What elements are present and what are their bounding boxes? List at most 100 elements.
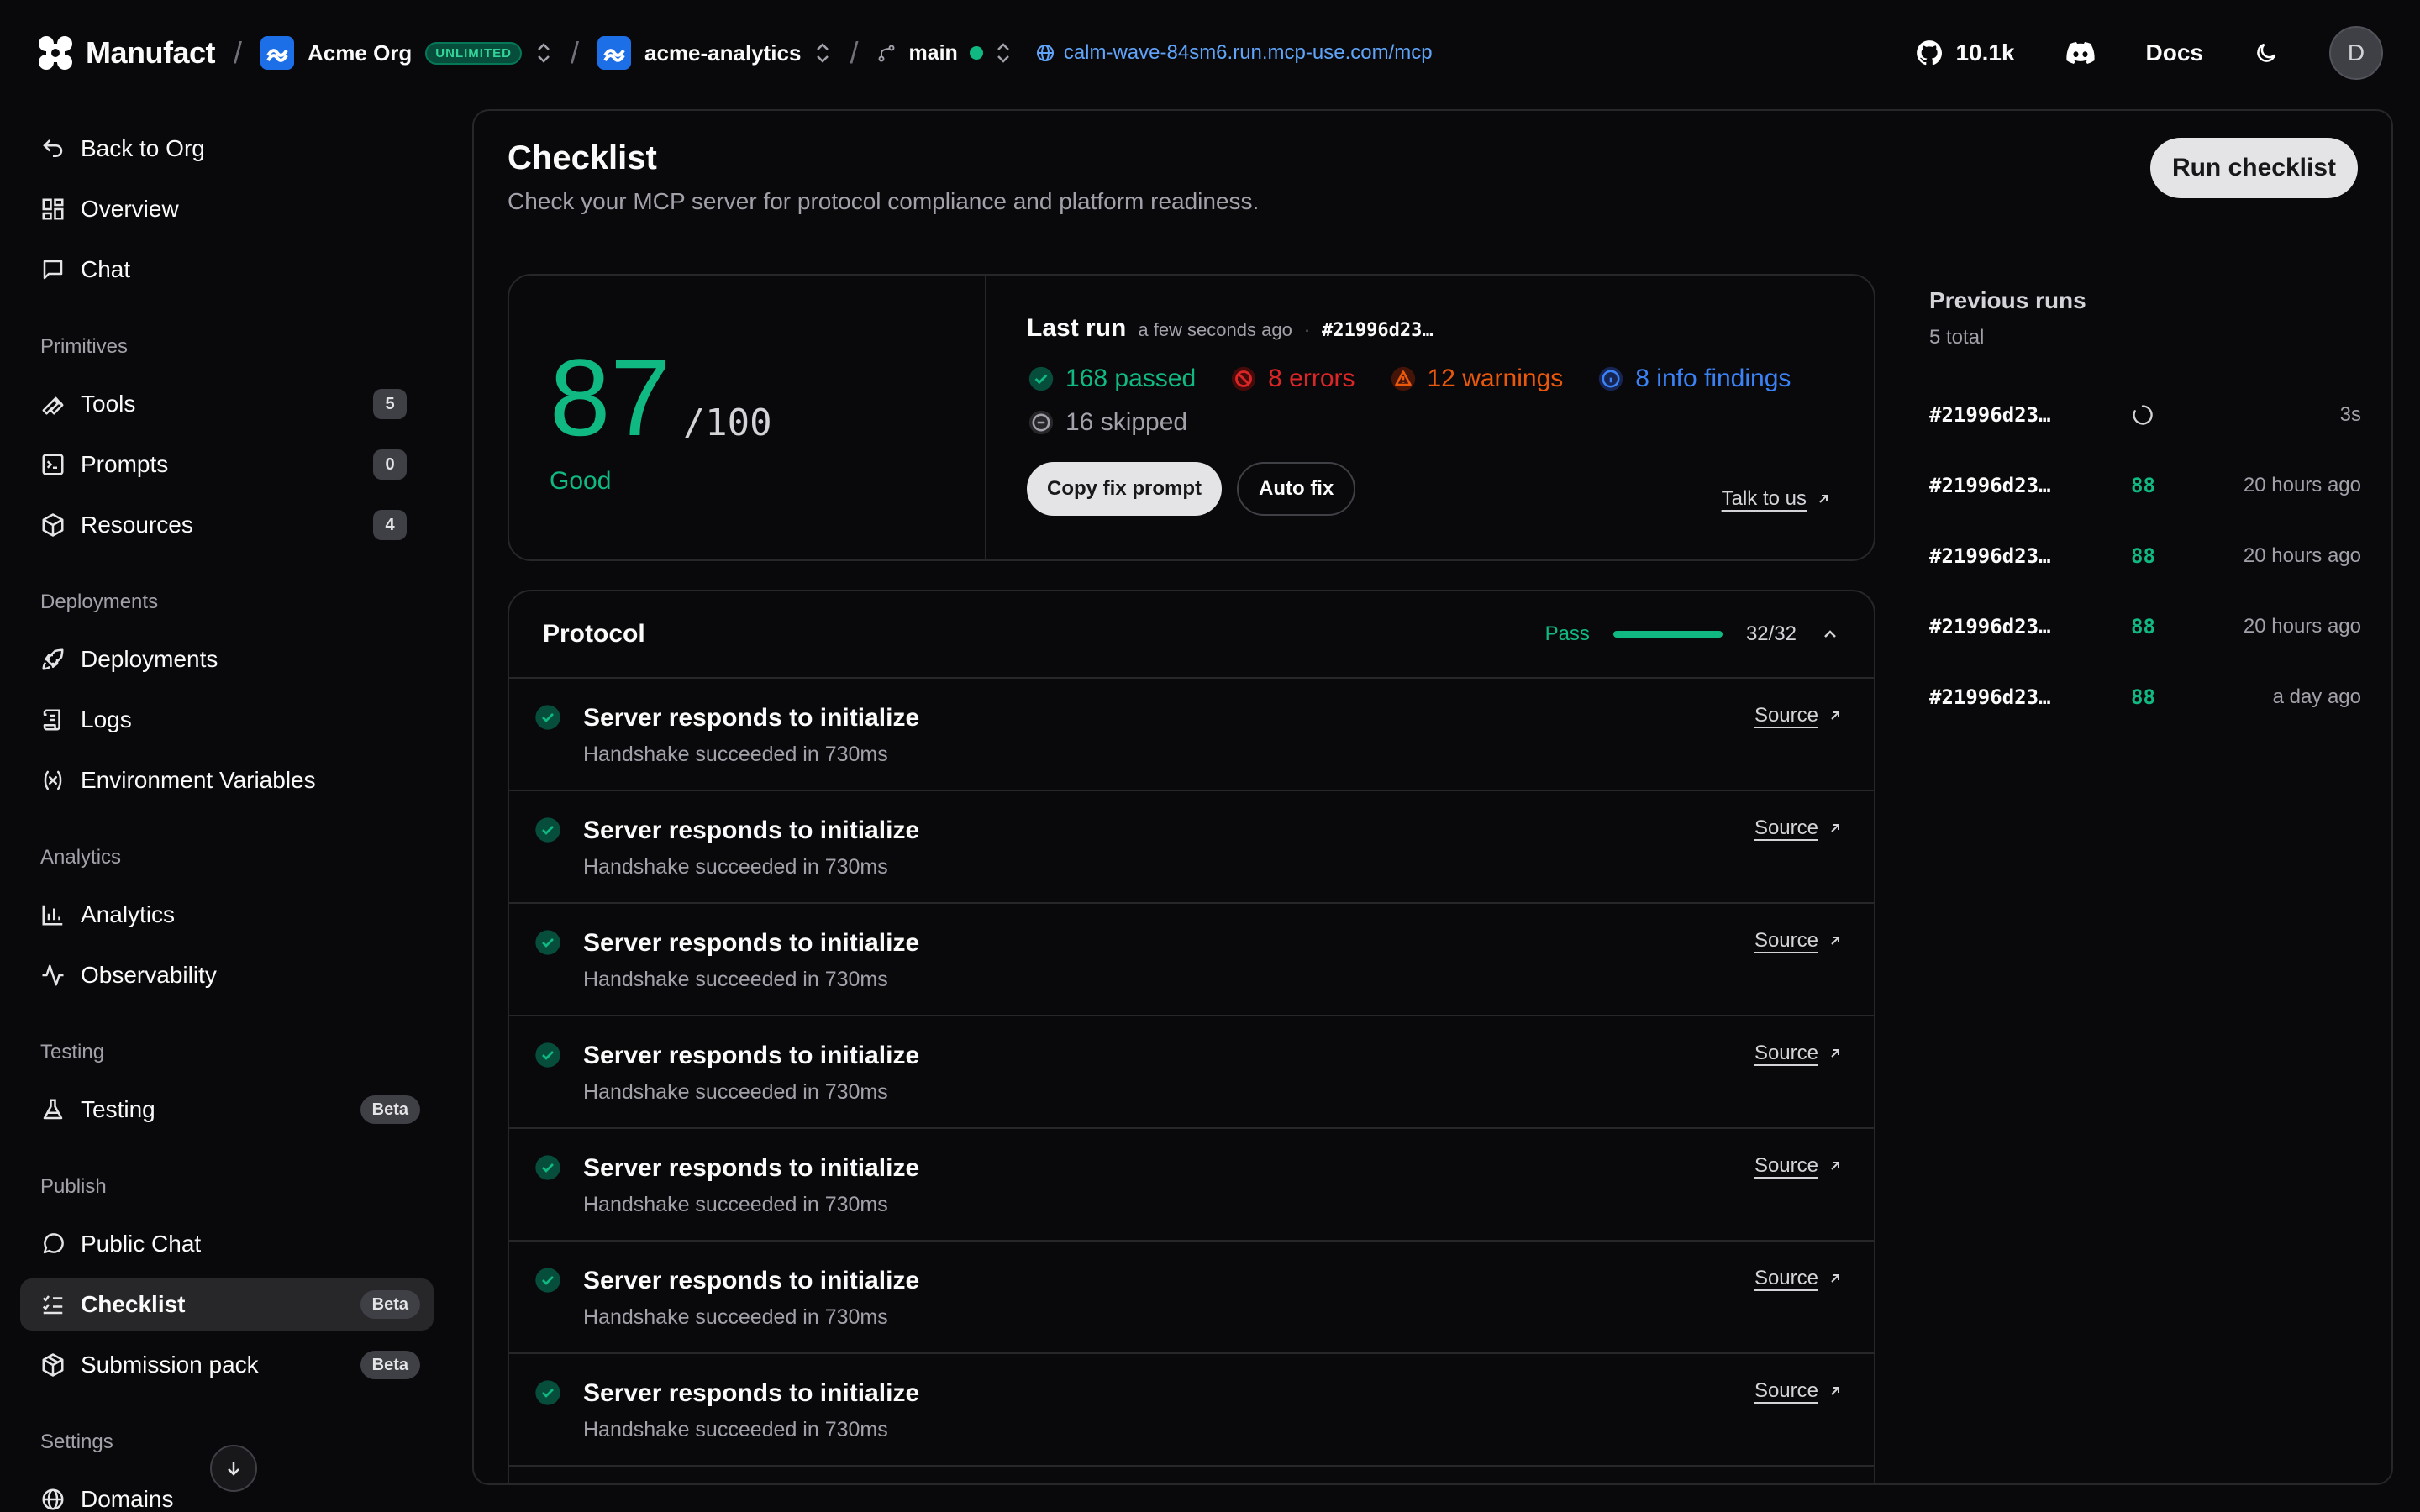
undo-arrow-icon [43,139,63,157]
table-row[interactable]: Server responds to initialize Handshake s… [509,1354,1874,1467]
sidebar-item-logs[interactable]: Logs [20,694,434,746]
brand[interactable]: Manufact [37,34,216,71]
source-link[interactable]: Source [1754,929,1844,953]
passed-stat[interactable]: 168 passed [1027,365,1196,393]
protocol-check-list: Server responds to initialize Handshake s… [509,679,1874,1467]
auto-fix-button[interactable]: Auto fix [1237,462,1356,516]
project-switcher[interactable]: acme-analytics [597,36,831,70]
plan-badge: UNLIMITED [425,41,522,65]
run-checklist-button[interactable]: Run checklist [2149,138,2358,198]
last-run-time: a few seconds ago [1138,319,1292,340]
warnings-stat[interactable]: 12 warnings [1389,365,1563,393]
table-row[interactable]: Server responds to initialize Handshake s… [509,1016,1874,1129]
page-title: Checklist [508,139,657,176]
table-row[interactable]: Server responds to initialize Handshake s… [509,679,1874,791]
talk-to-us-label: Talk to us [1721,487,1807,510]
source-link[interactable]: Source [1754,704,1844,727]
info-stat[interactable]: 8 info findings [1597,365,1791,393]
sidebar-item-back-to-org[interactable]: Back to Org [20,123,434,175]
protocol-title: Protocol [543,620,645,648]
previous-run-item[interactable]: #21996d23… 88 20 hours ago [1929,450,2361,521]
run-time: 20 hours ago [2243,474,2361,496]
docs-link[interactable]: Docs [2146,39,2203,66]
source-link[interactable]: Source [1754,1154,1844,1178]
run-hash: #21996d23… [1929,615,2051,638]
server-url: calm-wave-84sm6.run.mcp-use.com/mcp [1063,41,1433,64]
skipped-stat[interactable]: 16 skipped [1027,408,1187,437]
run-hash: #21996d23… [1929,474,2051,497]
globe-icon [42,1488,64,1510]
previous-runs-total: 5 total [1929,326,1985,349]
minus-circle-icon [1028,410,1054,435]
table-row[interactable]: Server responds to initialize Handshake s… [509,904,1874,1016]
check-title: Server responds to initialize [583,1154,920,1182]
source-link[interactable]: Source [1754,816,1844,840]
bar-chart-icon [42,905,63,926]
skipped-count: 16 skipped [1065,408,1188,436]
check-circle-icon [535,1042,560,1068]
source-label: Source [1754,929,1818,952]
protocol-header[interactable]: Protocol Pass 32/32 [509,591,1874,679]
check-title: Server responds to initialize [583,929,920,957]
ban-icon [1231,366,1256,391]
arrow-down-icon [228,1462,239,1476]
github-link[interactable]: 10.1k [1915,39,2015,67]
score-rating: Good [550,467,612,495]
server-url-link[interactable]: calm-wave-84sm6.run.mcp-use.com/mcp [1035,41,1433,65]
chevron-up-icon[interactable] [1820,624,1840,644]
errors-stat[interactable]: 8 errors [1229,365,1355,393]
org-switcher[interactable]: Acme Org UNLIMITED [260,36,552,70]
scroll-text-icon [43,709,60,731]
check-detail: Handshake succeeded in 730ms [583,743,888,766]
run-time: a day ago [2272,685,2361,708]
sidebar-item-public-chat[interactable]: Public Chat [20,1218,434,1270]
sidebar-item-submission-pack[interactable]: Submission pack Beta [20,1339,434,1391]
table-row[interactable]: Server responds to initialize Handshake s… [509,791,1874,904]
avatar[interactable]: D [2329,26,2383,80]
sidebar-item-deployments[interactable]: Deployments [20,633,434,685]
source-link[interactable]: Source [1754,1267,1844,1290]
talk-to-us-link[interactable]: Talk to us [1722,487,1832,511]
sidebar-item-label: Deployments [81,646,218,672]
sidebar-item-environment-variables[interactable]: Environment Variables [20,754,434,806]
copy-fix-prompt-button[interactable]: Copy fix prompt [1027,462,1222,516]
sidebar-item-tools[interactable]: Tools 5 [20,378,434,430]
previous-run-item[interactable]: #21996d23… 88 a day ago [1929,662,2361,732]
source-link[interactable]: Source [1754,1042,1844,1065]
previous-run-item[interactable]: #21996d23… 88 20 hours ago [1929,521,2361,591]
main-panel: Checklist Check your MCP server for prot… [472,109,2393,1485]
previous-run-item[interactable]: #21996d23… 3s [1929,380,2361,450]
sidebar-item-chat[interactable]: Chat [20,244,434,296]
sidebar-item-resources[interactable]: Resources 4 [20,499,434,551]
check-title: Server responds to initialize [583,704,920,732]
run-score: 88 [2131,685,2155,709]
sidebar-item-analytics[interactable]: Analytics [20,889,434,941]
table-row[interactable]: Server responds to initialize Handshake s… [509,1129,1874,1242]
source-label: Source [1754,1042,1818,1064]
check-detail: Handshake succeeded in 730ms [583,855,888,879]
sidebar-item-overview[interactable]: Overview [20,183,434,235]
sidebar-item-label: Submission pack [81,1352,259,1378]
section-label-publish: Publish [40,1175,107,1198]
run-hash: #21996d23… [1929,544,2051,568]
scroll-down-button[interactable] [210,1445,257,1492]
previous-run-item[interactable]: #21996d23… 88 20 hours ago [1929,591,2361,662]
check-title: Server responds to initialize [583,816,920,844]
arrow-up-right-icon [1831,937,1839,945]
sidebar-item-prompts[interactable]: Prompts 0 [20,438,434,491]
rocket-icon [42,648,64,670]
source-link[interactable]: Source [1754,1379,1844,1403]
sidebar-item-testing[interactable]: Testing Beta [20,1084,434,1136]
sidebar-item-observability[interactable]: Observability [20,949,434,1001]
discord-icon[interactable] [2065,41,2096,65]
check-detail: Handshake succeeded in 730ms [583,968,888,991]
run-hash: #21996d23… [1929,403,2051,427]
top-bar: Manufact / Acme Org UNLIMITED / acme-ana… [0,0,2420,106]
sidebar-item-checklist[interactable]: Checklist Beta [20,1278,434,1331]
chevron-up-down-icon [997,43,1009,63]
moon-icon[interactable] [2254,40,2279,66]
chevron-up-down-icon [538,43,550,63]
check-title: Server responds to initialize [583,1379,920,1407]
branch-switcher[interactable]: main [876,41,1011,66]
table-row[interactable]: Server responds to initialize Handshake s… [509,1242,1874,1354]
